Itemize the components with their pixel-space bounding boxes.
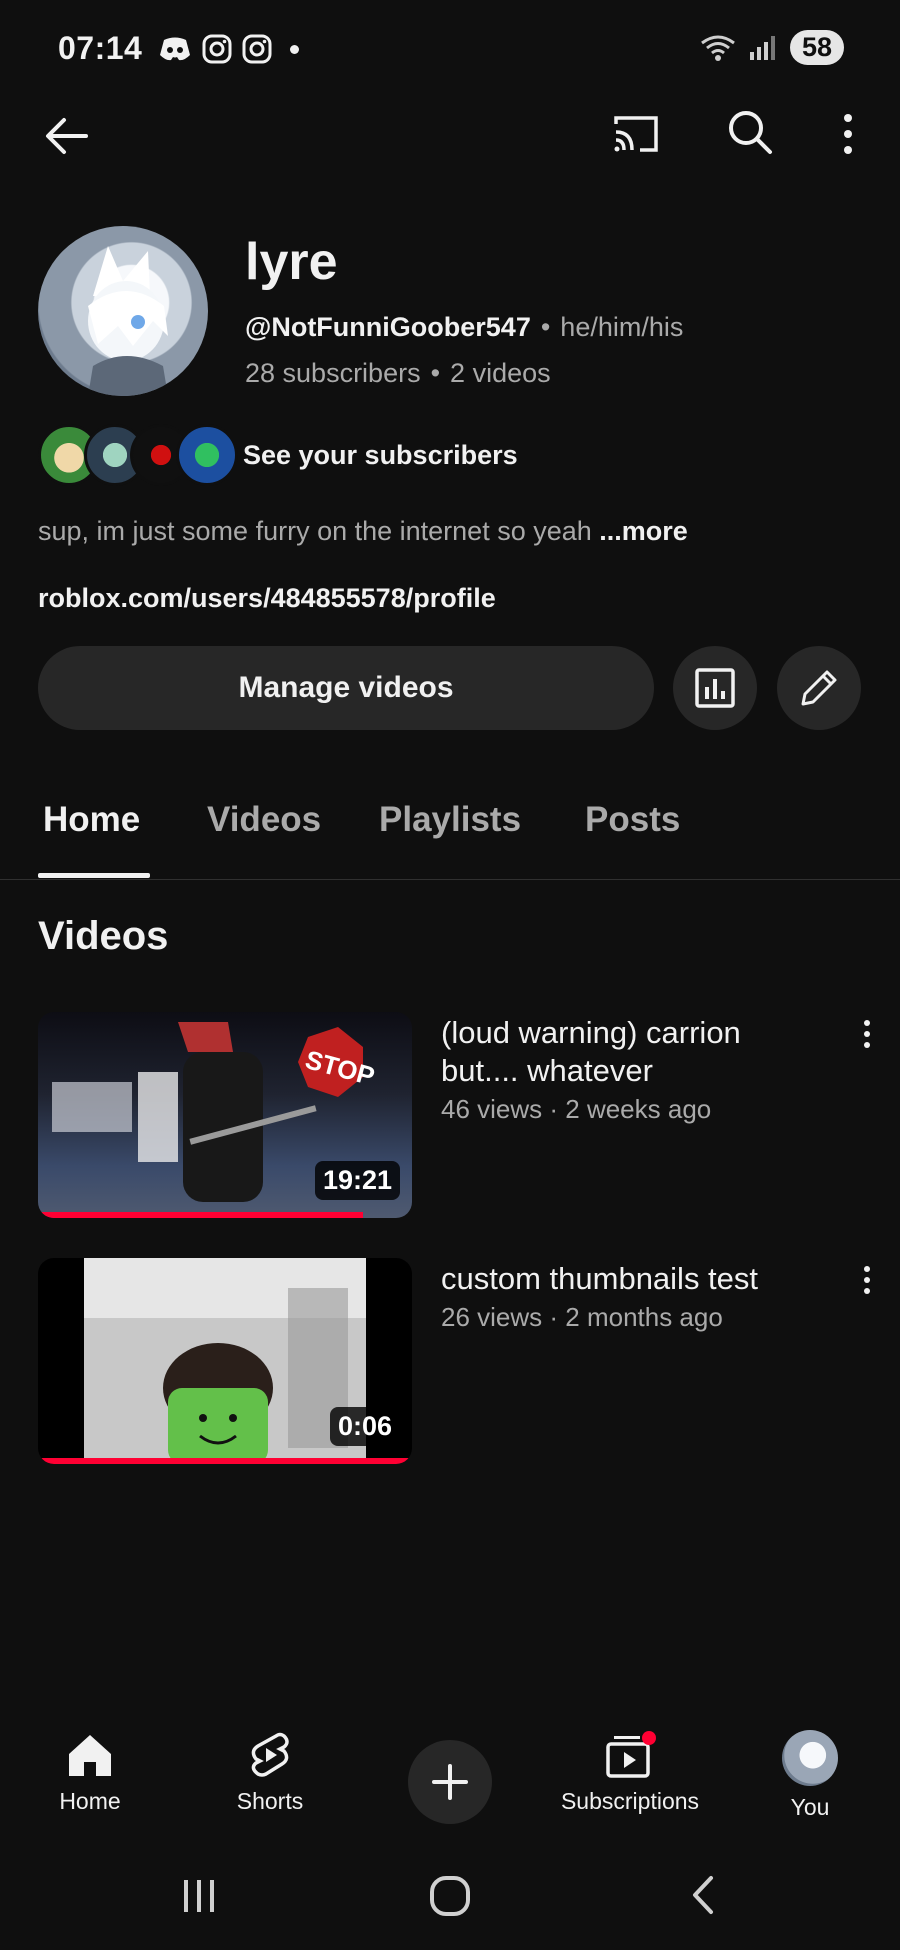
- nav-label: Shorts: [236, 1788, 304, 1814]
- nav-you[interactable]: You: [720, 1730, 900, 1821]
- video-thumbnail[interactable]: 0:06: [38, 1258, 412, 1464]
- shorts-icon: [251, 1732, 289, 1777]
- channel-name: lyre: [245, 233, 338, 291]
- avatar: [782, 1730, 838, 1786]
- channel-link[interactable]: roblox.com/users/484855578/profile: [38, 583, 496, 614]
- video-meta: 26 views · 2 months ago: [441, 1302, 723, 1332]
- search-button[interactable]: [722, 104, 778, 160]
- arrow-left-icon: [46, 118, 88, 154]
- subscriptions-icon: [606, 1731, 656, 1778]
- more-vertical-icon: [833, 109, 863, 159]
- notification-icons: [158, 34, 299, 64]
- wifi-icon: [701, 35, 735, 61]
- dot-icon: [290, 44, 299, 54]
- tab-videos[interactable]: Videos: [207, 800, 321, 840]
- channel-handle: @NotFunniGoober547: [245, 312, 531, 342]
- discord-icon: [160, 37, 190, 61]
- channel-handle-row: @NotFunniGoober547 • he/him/his: [245, 312, 683, 343]
- video-title[interactable]: (loud warning) carrion but.... whatever: [441, 1014, 821, 1090]
- channel-pronouns: he/him/his: [560, 312, 684, 342]
- edit-channel-button[interactable]: [777, 646, 861, 730]
- video-duration: 19:21: [314, 1161, 400, 1200]
- see-subscribers-link[interactable]: See your subscribers: [243, 440, 518, 471]
- nav-label: You: [790, 1794, 830, 1820]
- analytics-icon: [695, 668, 735, 708]
- separator-dot: •: [430, 358, 441, 388]
- battery-indicator: 58: [789, 30, 844, 65]
- recent-apps-icon[interactable]: [178, 1874, 220, 1916]
- cast-button[interactable]: [608, 106, 664, 162]
- nav-home[interactable]: Home: [0, 1730, 180, 1815]
- system-navigation: [0, 1860, 900, 1930]
- more-options-button[interactable]: [824, 106, 872, 162]
- back-button[interactable]: [38, 108, 94, 164]
- nav-subscriptions[interactable]: Subscriptions: [540, 1730, 720, 1815]
- channel-description[interactable]: sup, im just some furry on the internet …: [38, 516, 688, 547]
- subscriber-avatars[interactable]: [38, 424, 238, 486]
- back-system-icon[interactable]: [685, 1872, 721, 1918]
- nav-label: Home: [59, 1788, 121, 1814]
- avatar-artwork: [88, 246, 168, 396]
- signal-icon: [749, 35, 775, 60]
- watch-progress-bar: [38, 1212, 364, 1218]
- video-thumbnail[interactable]: STOP 19:21: [38, 1012, 412, 1218]
- channel-stats: 28 subscribers • 2 videos: [245, 358, 551, 389]
- video-duration: 0:06: [329, 1407, 400, 1446]
- tabs-divider: [0, 879, 900, 880]
- search-icon: [729, 111, 772, 154]
- instagram-icon: [242, 34, 272, 64]
- nav-label: Subscriptions: [560, 1788, 700, 1814]
- video-title[interactable]: custom thumbnails test: [441, 1260, 821, 1298]
- video-count: 2 videos: [450, 358, 551, 388]
- pencil-icon: [801, 670, 837, 706]
- section-title: Videos: [38, 914, 169, 958]
- video-meta: 46 views · 2 weeks ago: [441, 1094, 712, 1124]
- tab-posts[interactable]: Posts: [585, 800, 680, 840]
- watch-progress-bar: [38, 1458, 412, 1464]
- instagram-icon: [202, 34, 232, 64]
- create-button[interactable]: [408, 1740, 492, 1824]
- video-menu-button[interactable]: [852, 1260, 882, 1300]
- separator-dot: •: [540, 312, 551, 342]
- tab-playlists[interactable]: Playlists: [379, 800, 521, 840]
- home-system-icon[interactable]: [428, 1874, 472, 1918]
- manage-videos-button[interactable]: Manage videos: [38, 646, 654, 730]
- active-tab-indicator: [38, 873, 150, 878]
- analytics-button[interactable]: [673, 646, 757, 730]
- home-icon: [69, 1735, 111, 1776]
- system-status: 58: [700, 30, 844, 65]
- video-menu-button[interactable]: [852, 1014, 882, 1054]
- tab-home[interactable]: Home: [43, 800, 140, 840]
- description-more[interactable]: ...more: [599, 516, 688, 546]
- nav-shorts[interactable]: Shorts: [180, 1730, 360, 1815]
- plus-icon: [432, 1764, 468, 1800]
- subscriber-avatar: [176, 424, 238, 486]
- subscriber-count: 28 subscribers: [245, 358, 421, 388]
- channel-avatar[interactable]: [38, 226, 208, 396]
- status-time: 07:14: [58, 30, 143, 66]
- description-text: sup, im just some furry on the internet …: [38, 516, 592, 546]
- cast-icon: [614, 116, 658, 152]
